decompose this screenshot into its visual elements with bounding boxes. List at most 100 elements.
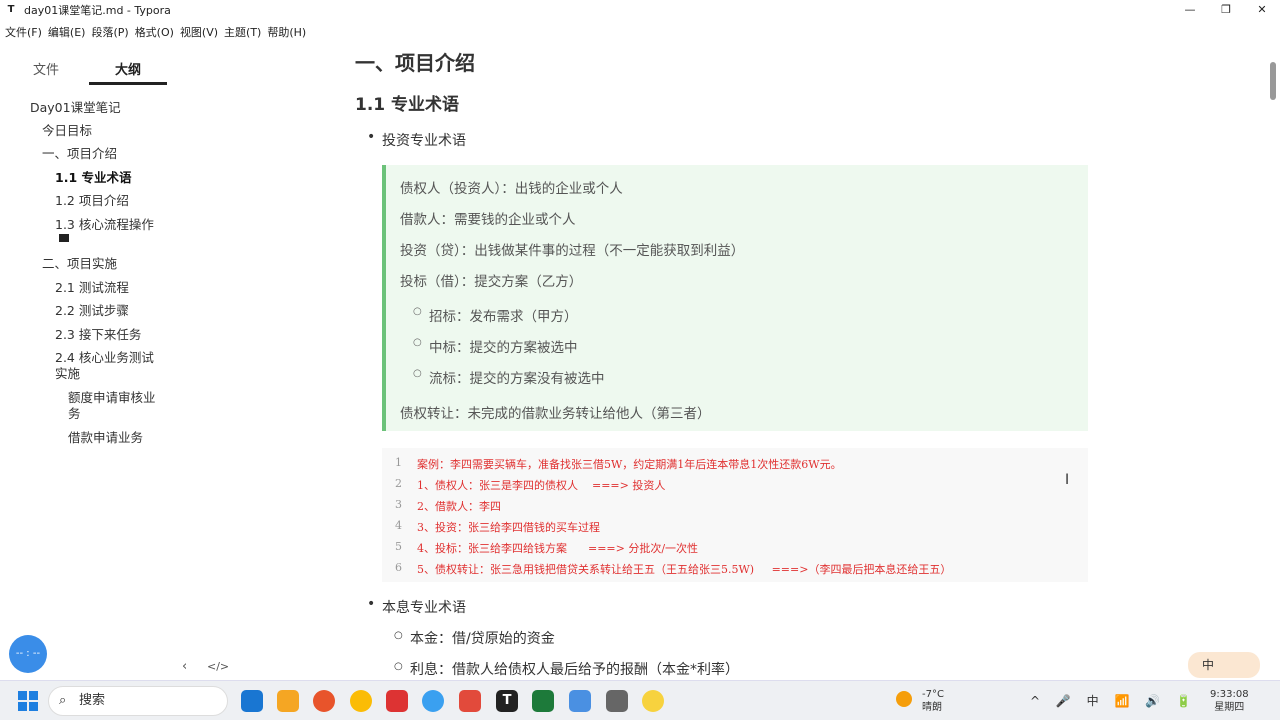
windows-start-icon[interactable] xyxy=(18,691,38,711)
heading-1: 一、项目介绍 xyxy=(355,51,475,75)
bullet-invest-terms: 投资专业术语 xyxy=(367,129,466,150)
weather-temp: -7°C xyxy=(922,689,944,700)
menu-view[interactable]: 视图(V) xyxy=(180,24,218,40)
outline-item-test-flow[interactable]: 2.1 测试流程 xyxy=(55,280,129,296)
outline-item-intro[interactable]: 一、项目介绍 xyxy=(42,146,117,162)
outline-item-test-steps[interactable]: 2.2 测试步骤 xyxy=(55,303,129,319)
taskbar-clock[interactable]: 9:33:08 星期四 xyxy=(1210,688,1249,714)
outline-item-goals[interactable]: 今日目标 xyxy=(42,123,92,139)
battery-icon[interactable]: 🔋 xyxy=(1176,694,1191,708)
window-title: day01课堂笔记.md - Typora xyxy=(24,4,171,17)
outline-item-core-flow[interactable]: 1.3 核心流程操作 xyxy=(55,217,165,233)
firefox-icon[interactable] xyxy=(313,690,335,712)
line-number: 6 xyxy=(395,561,402,574)
title-bar: T day01课堂笔记.md - Typora — ❐ ✕ xyxy=(0,0,1280,20)
search-placeholder: 搜索 xyxy=(79,693,106,708)
text-cursor-icon: I xyxy=(1065,472,1070,488)
browser-app-icon[interactable] xyxy=(422,690,444,712)
outline-item-next-tasks[interactable]: 2.3 接下来任务 xyxy=(55,327,141,343)
ime-indicator[interactable]: 中 xyxy=(1188,652,1260,678)
menu-paragraph[interactable]: 段落(P) xyxy=(91,24,128,40)
heading-2: 1.1 专业术语 xyxy=(355,95,460,115)
quote-line: 投标（借）：提交方案（乙方） xyxy=(400,274,583,290)
editor-scrollbar[interactable] xyxy=(1270,62,1276,100)
blockquote: 债权人（投资人）：出钱的企业或个人 借款人：需要钱的企业或个人 投资（贷）：出钱… xyxy=(382,165,1088,431)
floating-timer-widget[interactable]: -- : -- xyxy=(9,635,47,673)
clock-weekday: 星期四 xyxy=(1214,702,1245,713)
sun-icon xyxy=(896,691,912,707)
code-text: 1、债权人：张三是李四的债权人 ===> 投资人 xyxy=(417,479,666,492)
taskbar-search[interactable]: ⌕ 搜索 xyxy=(48,686,228,716)
menu-theme[interactable]: 主题(T) xyxy=(224,24,261,40)
chevron-up-icon[interactable]: ^ xyxy=(1030,694,1040,708)
flag-icon xyxy=(59,234,69,242)
line-number: 2 xyxy=(395,477,402,490)
outline-item-credit-review[interactable]: 额度申请审核业务 xyxy=(68,390,158,422)
code-text: 4、投标：张三给李四给钱方案 ===> 分批次/一次性 xyxy=(417,542,699,555)
app-icon[interactable] xyxy=(569,690,591,712)
code-line: 1 案例：李四需要买辆车，准备找张三借5W，约定期满1年后连本带息1次性还款6W元… xyxy=(382,456,1088,474)
system-tray: ^ 🎤 中 📶 🔊 🔋 xyxy=(1030,692,1203,709)
editor-area[interactable]: 一、项目介绍 1.1 专业术语 投资专业术语 债权人（投资人）：出钱的企业或个人… xyxy=(355,44,1095,680)
outline-item-doc[interactable]: Day01课堂笔记 xyxy=(30,100,121,116)
tab-outline[interactable]: 大纲 xyxy=(115,59,141,78)
excel-icon[interactable] xyxy=(532,690,554,712)
line-number: 1 xyxy=(395,456,402,469)
line-number: 4 xyxy=(395,519,402,532)
bullet-interest-terms: 本息专业术语 xyxy=(367,596,466,617)
pdf-app-icon[interactable] xyxy=(386,690,408,712)
tab-files[interactable]: 文件 xyxy=(33,59,59,78)
taskbar: ⌕ 搜索 T -7°C 晴朗 ^ 🎤 中 📶 🔊 🔋 9:33:08 星期四 xyxy=(0,680,1280,720)
minimize-button[interactable]: — xyxy=(1172,0,1208,20)
code-line: 3 2、借款人：李四 xyxy=(382,498,1088,516)
window-controls: — ❐ ✕ xyxy=(1172,0,1280,20)
outline-item-implement[interactable]: 二、项目实施 xyxy=(42,256,117,272)
outline-item-terms[interactable]: 1.1 专业术语 xyxy=(55,170,132,186)
menu-edit[interactable]: 编辑(E) xyxy=(48,24,86,40)
ime-tray-icon[interactable]: 中 xyxy=(1087,694,1099,708)
chrome-icon[interactable] xyxy=(350,690,372,712)
quote-sub-item: 中标：提交的方案被选中 xyxy=(413,336,577,356)
typora-taskbar-icon[interactable]: T xyxy=(496,690,518,712)
code-block[interactable]: 1 案例：李四需要买辆车，准备找张三借5W，约定期满1年后连本带息1次性还款6W元… xyxy=(382,448,1088,582)
sub-bullet-interest: 利息：借款人给债权人最后给予的报酬（本金*利率） xyxy=(394,659,739,679)
app-icon[interactable] xyxy=(642,690,664,712)
edge-icon[interactable] xyxy=(241,690,263,712)
outline-item-loan-apply[interactable]: 借款申请业务 xyxy=(68,430,143,446)
outline-item-project[interactable]: 1.2 项目介绍 xyxy=(55,193,129,209)
volume-icon[interactable]: 🔊 xyxy=(1145,694,1160,708)
code-text: 3、投资：张三给李四借钱的买车过程 xyxy=(417,521,600,534)
quote-line: 债权人（投资人）：出钱的企业或个人 xyxy=(400,181,623,197)
xmind-icon[interactable] xyxy=(459,690,481,712)
sidebar: 文件 大纲 Day01课堂笔记 今日目标 一、项目介绍 1.1 专业术语 1.2… xyxy=(0,44,175,680)
sidebar-collapse-button[interactable]: ‹ xyxy=(182,659,187,674)
close-button[interactable]: ✕ xyxy=(1244,0,1280,20)
code-line: 2 1、债权人：张三是李四的债权人 ===> 投资人 xyxy=(382,477,1088,495)
code-line: 6 5、债权转让：张三急用钱把借贷关系转让给王五（王五给张三5.5W) ===>（… xyxy=(382,561,1088,579)
code-text: 2、借款人：李四 xyxy=(417,500,501,513)
code-text: 5、债权转让：张三急用钱把借贷关系转让给王五（王五给张三5.5W) ===>（李… xyxy=(417,563,952,576)
menu-file[interactable]: 文件(F) xyxy=(5,24,42,40)
weather-desc: 晴朗 xyxy=(922,702,942,713)
quote-line: 债权转让：未完成的借款业务转让给他人（第三者） xyxy=(400,406,711,422)
wifi-icon[interactable]: 📶 xyxy=(1115,694,1130,708)
quote-sub-item: 流标：提交的方案没有被选中 xyxy=(413,367,604,387)
line-number: 5 xyxy=(395,540,402,553)
source-code-mode-button[interactable]: </> xyxy=(207,660,229,673)
app-icon[interactable] xyxy=(606,690,628,712)
typora-icon: T xyxy=(7,4,15,15)
tab-active-indicator xyxy=(89,82,167,85)
ime-label: 中 xyxy=(1202,658,1215,672)
quote-line: 借款人：需要钱的企业或个人 xyxy=(400,212,576,228)
file-explorer-icon[interactable] xyxy=(277,690,299,712)
outline-item-core-test[interactable]: 2.4 核心业务测试实施 xyxy=(55,350,163,382)
quote-sub-item: 招标：发布需求（甲方） xyxy=(413,305,577,325)
maximize-button[interactable]: ❐ xyxy=(1208,0,1244,20)
menu-bar: 文件(F) 编辑(E) 段落(P) 格式(O) 视图(V) 主题(T) 帮助(H… xyxy=(0,20,1280,44)
menu-help[interactable]: 帮助(H) xyxy=(267,24,306,40)
sidebar-tabs: 文件 大纲 xyxy=(0,44,175,86)
microphone-icon[interactable]: 🎤 xyxy=(1056,694,1071,708)
menu-format[interactable]: 格式(O) xyxy=(135,24,174,40)
code-line: 5 4、投标：张三给李四给钱方案 ===> 分批次/一次性 xyxy=(382,540,1088,558)
sub-bullet-principal: 本金：借/贷原始的资金 xyxy=(394,628,555,648)
